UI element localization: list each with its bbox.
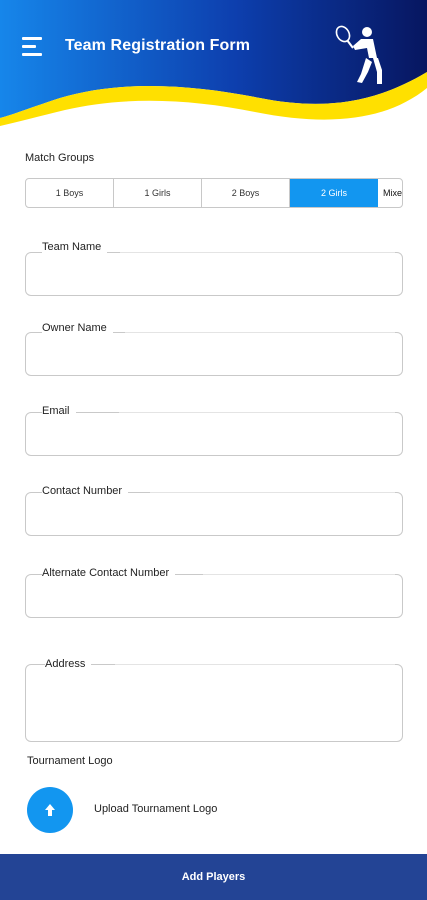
email-field-group: Email — [25, 405, 403, 461]
owner-name-field-group: Owner Name — [25, 322, 403, 378]
address-field-group: Address — [25, 658, 403, 744]
upload-logo-text[interactable]: Upload Tournament Logo — [94, 803, 217, 815]
upload-logo-button[interactable] — [27, 787, 73, 833]
team-name-input[interactable] — [25, 252, 403, 296]
tennis-player-icon — [335, 25, 382, 84]
contact-number-label: Contact Number — [42, 485, 129, 497]
hamburger-menu-icon[interactable] — [22, 37, 44, 57]
owner-name-label: Owner Name — [42, 322, 113, 334]
match-group-1-boys[interactable]: 1 Boys — [26, 179, 114, 207]
add-players-button[interactable]: Add Players — [0, 854, 427, 900]
tournament-logo-label: Tournament Logo — [27, 755, 113, 767]
page-title: Team Registration Form — [65, 37, 251, 54]
alternate-contact-label: Alternate Contact Number — [42, 567, 176, 579]
email-label: Email — [42, 405, 76, 417]
owner-name-input[interactable] — [25, 332, 403, 376]
arrow-up-icon — [45, 804, 55, 816]
address-textarea[interactable] — [25, 664, 403, 742]
match-groups-label: Match Groups — [25, 152, 95, 164]
alternate-contact-field-group: Alternate Contact Number — [25, 567, 403, 623]
match-groups-segmented-control: 1 Boys 1 Girls 2 Boys 2 Girls Mixe — [25, 178, 403, 208]
team-name-field-group: Team Name — [25, 241, 403, 297]
match-group-2-girls[interactable]: 2 Girls — [290, 179, 378, 207]
contact-number-field-group: Contact Number — [25, 485, 403, 541]
match-group-1-girls[interactable]: 1 Girls — [114, 179, 202, 207]
address-label: Address — [45, 658, 92, 670]
team-name-label: Team Name — [42, 241, 108, 253]
contact-number-input[interactable] — [25, 492, 403, 536]
email-input[interactable] — [25, 412, 403, 456]
match-group-mixed[interactable]: Mixe — [378, 179, 402, 207]
alternate-contact-input[interactable] — [25, 574, 403, 618]
match-group-2-boys[interactable]: 2 Boys — [202, 179, 290, 207]
header: Team Registration Form — [0, 0, 427, 135]
